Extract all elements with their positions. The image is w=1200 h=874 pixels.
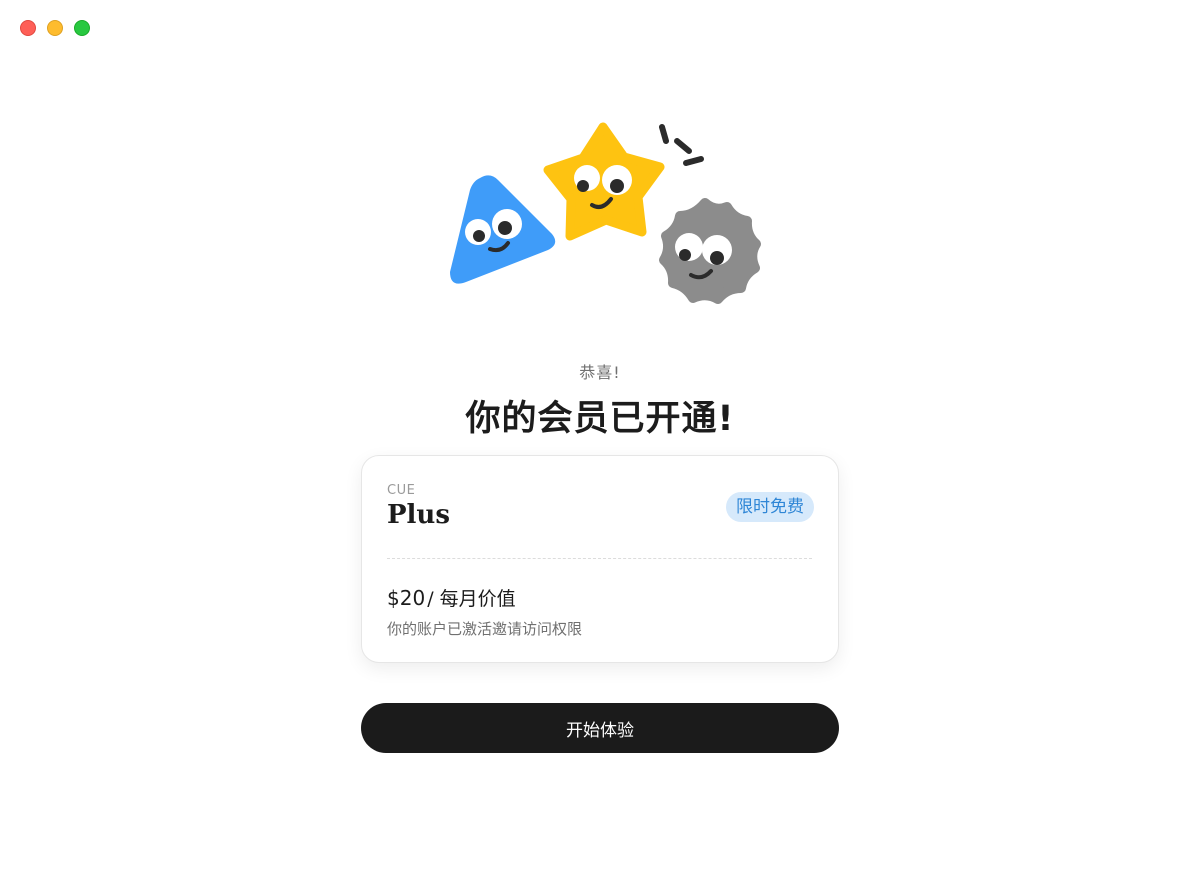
access-description: 你的账户已激活邀请访问权限 xyxy=(387,620,583,638)
price-row: $20 / 每月价值 xyxy=(387,584,516,611)
maximize-window-button[interactable] xyxy=(74,20,90,36)
mascot-illustration xyxy=(450,122,761,304)
price-value: $20 xyxy=(387,586,426,610)
brand-label: CUE xyxy=(387,483,416,498)
triangle-mascot-icon xyxy=(450,175,556,284)
close-window-button[interactable] xyxy=(20,20,36,36)
congrats-subtitle: 恭喜! xyxy=(579,363,621,382)
star-mascot-icon xyxy=(543,122,665,241)
plan-name: Plus xyxy=(387,500,450,530)
window-controls xyxy=(20,20,90,36)
free-badge: 限时免费 xyxy=(726,492,814,522)
card-divider xyxy=(387,558,812,559)
price-period: / 每月价值 xyxy=(427,588,516,610)
start-experience-button[interactable]: 开始体验 xyxy=(361,703,839,753)
minimize-window-button[interactable] xyxy=(47,20,63,36)
gear-mascot-icon xyxy=(659,198,761,304)
app-window: 恭喜! 你的会员已开通! CUE Plus 限时免费 $20 / 每月价值 你的… xyxy=(0,0,1200,874)
sparkle-icon xyxy=(659,124,704,166)
membership-card: CUE Plus 限时免费 $20 / 每月价值 你的账户已激活邀请访问权限 xyxy=(361,455,839,663)
page-title: 你的会员已开通! xyxy=(465,399,735,439)
